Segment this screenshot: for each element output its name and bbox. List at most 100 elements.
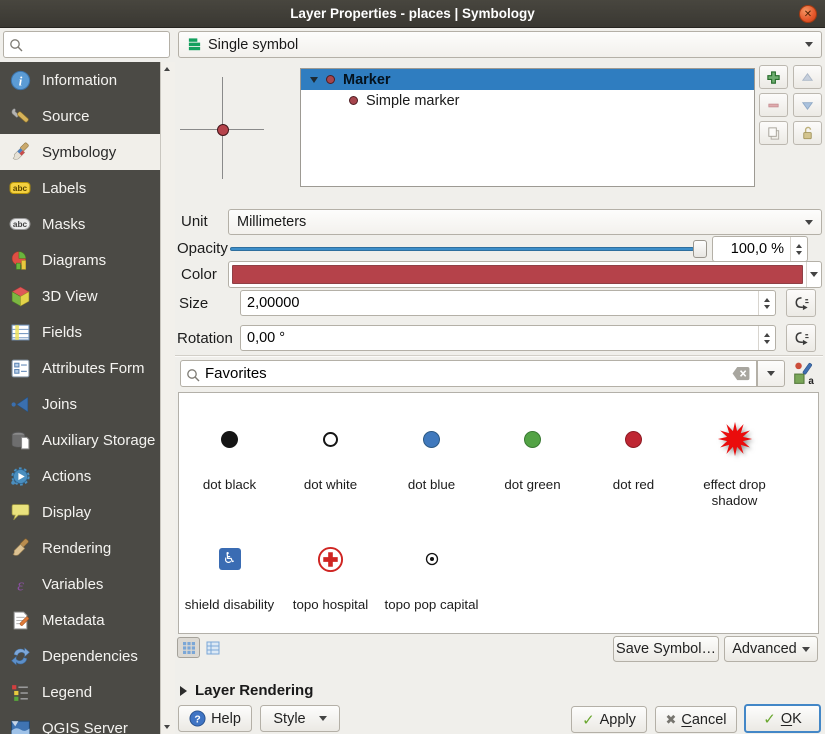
sidebar-item-attributes-form[interactable]: Attributes Form (0, 350, 160, 386)
symbol-item-dot-white[interactable]: dot white (280, 393, 381, 513)
tree-row-marker[interactable]: Marker (301, 69, 754, 90)
down-arrow-icon (801, 101, 814, 110)
symbol-item-shield-disability[interactable]: ♿ shield disability (179, 513, 280, 633)
sidebar-item-masks[interactable]: abc Masks (0, 206, 160, 242)
spin-down-icon[interactable] (764, 339, 770, 344)
opacity-slider-handle[interactable] (693, 240, 707, 258)
sidebar-item-qgis-server[interactable]: QGIS Server (0, 710, 160, 734)
ok-button[interactable]: ✓ OK (744, 704, 821, 733)
sidebar-item-fields[interactable]: Fields (0, 314, 160, 350)
sidebar-item-actions[interactable]: Actions (0, 458, 160, 494)
symbol-filter-input[interactable] (181, 361, 730, 386)
cancel-button[interactable]: ✖ Cancel (655, 706, 737, 733)
sidebar-item-variables[interactable]: ε Variables (0, 566, 160, 602)
spin-down-icon[interactable] (796, 250, 802, 255)
sidebar-item-auxiliary-storage[interactable]: Auxiliary Storage (0, 422, 160, 458)
rotation-data-defined-override-button[interactable] (786, 324, 816, 352)
sidebar-item-label: QGIS Server (42, 719, 128, 734)
symbol-item-topo-pop-capital[interactable]: topo pop capital (381, 513, 482, 633)
sidebar-item-3d-view[interactable]: 3D View (0, 278, 160, 314)
spin-arrows[interactable] (758, 291, 775, 315)
rendering-icon (9, 537, 31, 559)
size-spinbox (240, 290, 776, 316)
renderer-combo[interactable]: Single symbol (178, 31, 822, 58)
opacity-slider[interactable] (230, 247, 694, 251)
svg-text:i: i (18, 74, 22, 88)
unit-combo[interactable]: Millimeters (228, 209, 822, 235)
sidebar-item-rendering[interactable]: Rendering (0, 530, 160, 566)
spin-up-icon[interactable] (764, 332, 770, 337)
sidebar-item-source[interactable]: Source (0, 98, 160, 134)
add-symbol-layer-button[interactable] (759, 65, 788, 89)
symbol-layer-tree: Marker Simple marker (300, 68, 755, 187)
symbol-item-dot-black[interactable]: dot black (179, 393, 280, 513)
chevron-down-icon (805, 42, 813, 47)
sidebar-item-label: Dependencies (42, 647, 138, 665)
opacity-input[interactable] (713, 241, 790, 257)
sidebar-scrollbar[interactable] (160, 62, 175, 734)
tree-row-simple-marker[interactable]: Simple marker (301, 90, 754, 111)
symbol-item-dot-blue[interactable]: dot blue (381, 393, 482, 513)
sidebar-item-dependencies[interactable]: Dependencies (0, 638, 160, 674)
advanced-button[interactable]: Advanced (724, 636, 818, 662)
symbol-label: effect drop shadow (703, 477, 766, 508)
symbol-item-topo-hospital[interactable]: topo hospital (280, 513, 381, 633)
sidebar-item-display[interactable]: Display (0, 494, 160, 530)
search-icon (187, 369, 200, 382)
move-up-button[interactable] (793, 65, 822, 89)
dot-white-icon (323, 431, 338, 447)
unit-value: Millimeters (237, 214, 307, 230)
close-icon[interactable]: ✕ (799, 5, 817, 23)
scroll-up-icon[interactable] (164, 67, 170, 71)
diagrams-icon (9, 249, 31, 271)
sidebar-item-label: Joins (42, 395, 78, 413)
search-input[interactable] (4, 32, 169, 57)
size-input[interactable] (241, 295, 758, 311)
help-button[interactable]: ? Help (178, 705, 252, 732)
duplicate-symbol-layer-button[interactable] (759, 121, 788, 145)
style-manager-button[interactable]: a (792, 361, 818, 387)
spin-down-icon[interactable] (764, 304, 770, 309)
size-data-defined-override-button[interactable] (786, 289, 816, 317)
spin-up-icon[interactable] (764, 297, 770, 302)
sidebar-item-labels[interactable]: abc Labels (0, 170, 160, 206)
hospital-cross-icon (317, 546, 344, 572)
chevron-down-icon (767, 371, 775, 376)
move-down-button[interactable] (793, 93, 822, 117)
symbol-item-effect-drop-shadow[interactable]: effect drop shadow (684, 393, 785, 513)
save-symbol-button[interactable]: Save Symbol… (613, 636, 719, 662)
list-view-button[interactable] (203, 638, 223, 657)
spin-arrows[interactable] (758, 326, 775, 350)
apply-button[interactable]: ✓ Apply (571, 706, 647, 733)
list-view-icon (206, 641, 220, 654)
symbol-item-dot-red[interactable]: dot red (583, 393, 684, 513)
color-dropdown[interactable] (806, 262, 821, 287)
spin-arrows[interactable] (790, 237, 807, 261)
lock-button[interactable] (793, 121, 822, 145)
sidebar-item-metadata[interactable]: Metadata (0, 602, 160, 638)
sidebar-item-symbology[interactable]: Symbology (0, 134, 160, 170)
attributes-form-icon (9, 357, 31, 379)
sidebar-item-diagrams[interactable]: Diagrams (0, 242, 160, 278)
sidebar-item-legend[interactable]: Legend (0, 674, 160, 710)
sidebar-item-information[interactable]: i Information (0, 62, 160, 98)
opacity-spinbox (712, 236, 808, 262)
icon-view-button[interactable] (177, 637, 200, 658)
opacity-label: Opacity (177, 240, 228, 257)
rotation-input[interactable] (241, 330, 758, 346)
clear-filter-icon[interactable] (730, 365, 752, 383)
style-button[interactable]: Style (260, 705, 340, 732)
spin-up-icon[interactable] (796, 243, 802, 248)
color-button[interactable] (228, 261, 822, 288)
variables-icon: ε (9, 573, 31, 595)
remove-symbol-layer-button[interactable] (759, 93, 788, 117)
sidebar-item-label: Diagrams (42, 251, 107, 269)
expand-arrow-icon[interactable] (310, 76, 318, 83)
symbol-library-grid: dot black dot white dot blue dot green d… (178, 392, 819, 634)
scroll-down-icon[interactable] (164, 725, 170, 729)
filter-dropdown-button[interactable] (757, 360, 785, 387)
layer-rendering-group[interactable]: Layer Rendering (180, 682, 313, 699)
sidebar-item-joins[interactable]: Joins (0, 386, 160, 422)
symbol-item-dot-green[interactable]: dot green (482, 393, 583, 513)
chevron-down-icon (318, 716, 327, 721)
